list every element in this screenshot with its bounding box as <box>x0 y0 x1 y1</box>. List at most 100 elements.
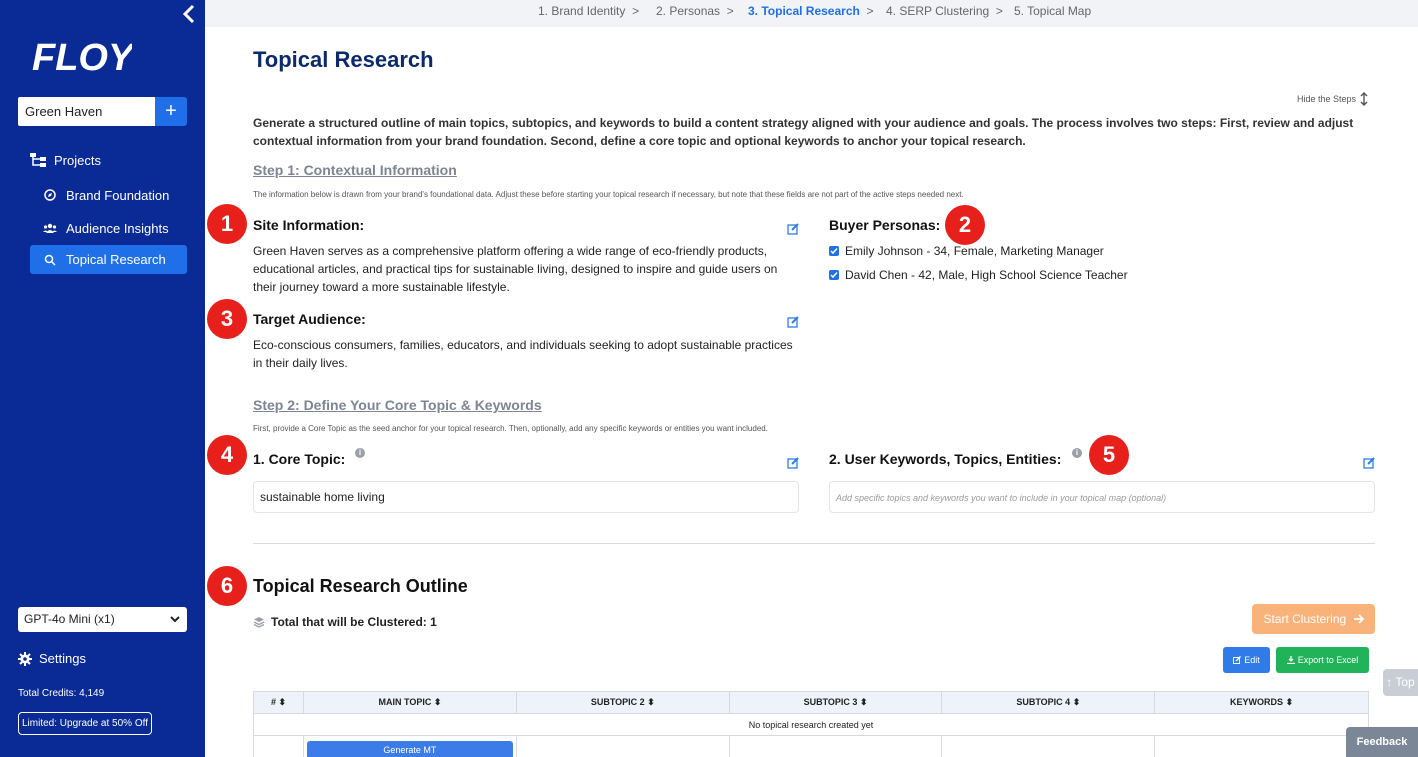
total-clustered-label: Total that will be Clustered: 1 <box>271 615 437 629</box>
step-personas[interactable]: 2. Personas > <box>656 4 734 18</box>
user-keywords-title: 2. User Keywords, Topics, Entities: <box>829 451 1062 467</box>
table-row: Generate MT <box>253 735 1369 757</box>
svg-text:FLOYI: FLOYI <box>32 37 132 78</box>
sidebar-item-projects[interactable]: Projects <box>30 152 101 168</box>
empty-message: No topical research created yet <box>253 713 1369 736</box>
page-title: Topical Research <box>253 47 434 72</box>
site-information-title: Site Information: <box>253 217 365 233</box>
step2-note: First, provide a Core Topic as the seed … <box>253 424 768 433</box>
generate-mt-button[interactable]: Generate MT <box>306 741 513 757</box>
target-audience-title: Target Audience: <box>253 311 366 327</box>
compass-icon <box>42 187 58 203</box>
table-cell <box>253 735 304 757</box>
badge-4: 4 <box>207 435 247 475</box>
download-icon <box>1286 648 1295 674</box>
model-select-value: GPT-4o Mini (x1) <box>24 612 115 626</box>
persona-label: David Chen - 42, Male, High School Scien… <box>845 268 1128 282</box>
column-header[interactable]: MAIN TOPIC ⬍ <box>302 691 517 714</box>
step-topical-research[interactable]: 3. Topical Research > <box>748 4 874 18</box>
edit-icon <box>1233 648 1242 674</box>
table-row: No topical research created yet <box>253 713 1369 736</box>
step-progress-bar: 1. Brand Identity > 2. Personas > 3. Top… <box>205 0 1418 27</box>
edit-target-audience-icon[interactable] <box>787 315 799 333</box>
core-topic-input[interactable]: sustainable home living <box>253 481 799 513</box>
layers-icon <box>253 616 265 628</box>
total-clustered: Total that will be Clustered: 1 <box>253 615 437 629</box>
sidebar-item-label: Audience Insights <box>66 220 169 236</box>
sidebar: FLOYI Green Haven + Projects Brand Found… <box>0 0 205 757</box>
hierarchy-icon <box>30 152 46 168</box>
table-cell <box>728 735 943 757</box>
persona-item[interactable]: David Chen - 42, Male, High School Scien… <box>829 268 1128 282</box>
chevron-down-icon <box>169 607 181 641</box>
model-select[interactable]: GPT-4o Mini (x1) <box>18 607 187 632</box>
sidebar-item-topical-research[interactable]: Topical Research <box>30 245 187 274</box>
search-icon <box>42 252 58 268</box>
edit-outline-button[interactable]: Edit <box>1223 647 1270 673</box>
sidebar-item-label: Brand Foundation <box>66 187 170 203</box>
intro-text: Generate a structured outline of main to… <box>253 116 1354 148</box>
step-topical-map[interactable]: 5. Topical Map <box>1014 4 1091 18</box>
column-header[interactable]: # ⬍ <box>253 691 304 714</box>
sidebar-item-label: Projects <box>54 152 101 168</box>
scroll-top-button[interactable]: ↑ Top <box>1383 669 1418 696</box>
floyi-logo: FLOYI <box>30 30 145 79</box>
total-credits: Total Credits: 4,149 <box>18 688 105 699</box>
badge-5: 5 <box>1089 435 1129 475</box>
column-header[interactable]: SUBTOPIC 3 ⬍ <box>728 691 943 714</box>
hide-steps-label: Hide the Steps <box>1297 94 1357 104</box>
table-cell <box>515 735 730 757</box>
users-icon <box>42 220 58 236</box>
start-clustering-button[interactable]: Start Clustering <box>1252 604 1375 634</box>
collapse-sidebar-icon[interactable] <box>182 4 200 26</box>
badge-3: 3 <box>207 299 247 339</box>
buyer-personas-title: Buyer Personas: <box>829 217 941 233</box>
target-audience-text: Eco-conscious consumers, families, educa… <box>253 338 793 370</box>
add-project-button[interactable]: + <box>155 97 187 126</box>
step1-heading: Step 1: Contextual Information <box>253 162 457 178</box>
sidebar-item-label: Topical Research <box>66 252 166 267</box>
settings-link[interactable]: Settings <box>18 651 86 666</box>
edit-site-info-icon[interactable] <box>787 222 799 240</box>
outline-table: # ⬍ MAIN TOPIC ⬍ SUBTOPIC 2 ⬍ SUBTOPIC 3… <box>253 691 1369 757</box>
sidebar-item-brand-foundation[interactable]: Brand Foundation <box>42 187 169 203</box>
badge-2: 2 <box>945 205 985 245</box>
step2-heading: Step 2: Define Your Core Topic & Keyword… <box>253 397 542 413</box>
step1-note: The information below is drawn from your… <box>253 190 964 199</box>
edit-core-topic-icon[interactable] <box>787 456 799 474</box>
table-cell <box>1154 735 1369 757</box>
arrows-vertical-icon <box>1360 92 1368 106</box>
table-cell: Generate MT <box>302 735 517 757</box>
gear-icon <box>18 651 32 666</box>
hide-steps-toggle[interactable]: Hide the Steps <box>1297 92 1368 106</box>
persona-item[interactable]: Emily Johnson - 34, Female, Marketing Ma… <box>829 244 1104 258</box>
checkbox-checked-icon[interactable] <box>829 246 839 256</box>
column-header[interactable]: SUBTOPIC 2 ⬍ <box>515 691 730 714</box>
user-keywords-input[interactable]: Add specific topics and keywords you wan… <box>829 481 1375 513</box>
table-header-row: # ⬍ MAIN TOPIC ⬍ SUBTOPIC 2 ⬍ SUBTOPIC 3… <box>253 691 1369 714</box>
feedback-button[interactable]: Feedback <box>1346 727 1418 757</box>
section-divider <box>253 543 1375 544</box>
checkbox-checked-icon[interactable] <box>829 270 839 280</box>
site-information-text: Green Haven serves as a comprehensive pl… <box>253 244 778 294</box>
info-icon[interactable]: i <box>355 448 365 458</box>
badge-1: 1 <box>207 204 247 244</box>
badge-6: 6 <box>207 566 247 606</box>
column-header[interactable]: SUBTOPIC 4 ⬍ <box>941 691 1156 714</box>
edit-keywords-icon[interactable] <box>1363 456 1375 474</box>
column-header[interactable]: KEYWORDS ⬍ <box>1154 691 1369 714</box>
keywords-placeholder: Add specific topics and keywords you wan… <box>836 493 1167 503</box>
persona-label: Emily Johnson - 34, Female, Marketing Ma… <box>845 244 1104 258</box>
upgrade-button[interactable]: Limited: Upgrade at 50% Off <box>18 712 152 735</box>
outline-title: Topical Research Outline <box>253 576 468 596</box>
core-topic-title: 1. Core Topic: <box>253 451 346 467</box>
step-serp-clustering[interactable]: 4. SERP Clustering > <box>886 4 1003 18</box>
project-select[interactable]: Green Haven <box>18 97 155 126</box>
step-brand-identity[interactable]: 1. Brand Identity > <box>538 4 639 18</box>
sidebar-item-audience-insights[interactable]: Audience Insights <box>42 220 169 236</box>
table-cell <box>941 735 1156 757</box>
export-excel-button[interactable]: Export to Excel <box>1276 647 1369 673</box>
arrow-right-icon <box>1353 605 1364 635</box>
settings-label: Settings <box>39 651 86 666</box>
info-icon[interactable]: i <box>1072 448 1082 458</box>
